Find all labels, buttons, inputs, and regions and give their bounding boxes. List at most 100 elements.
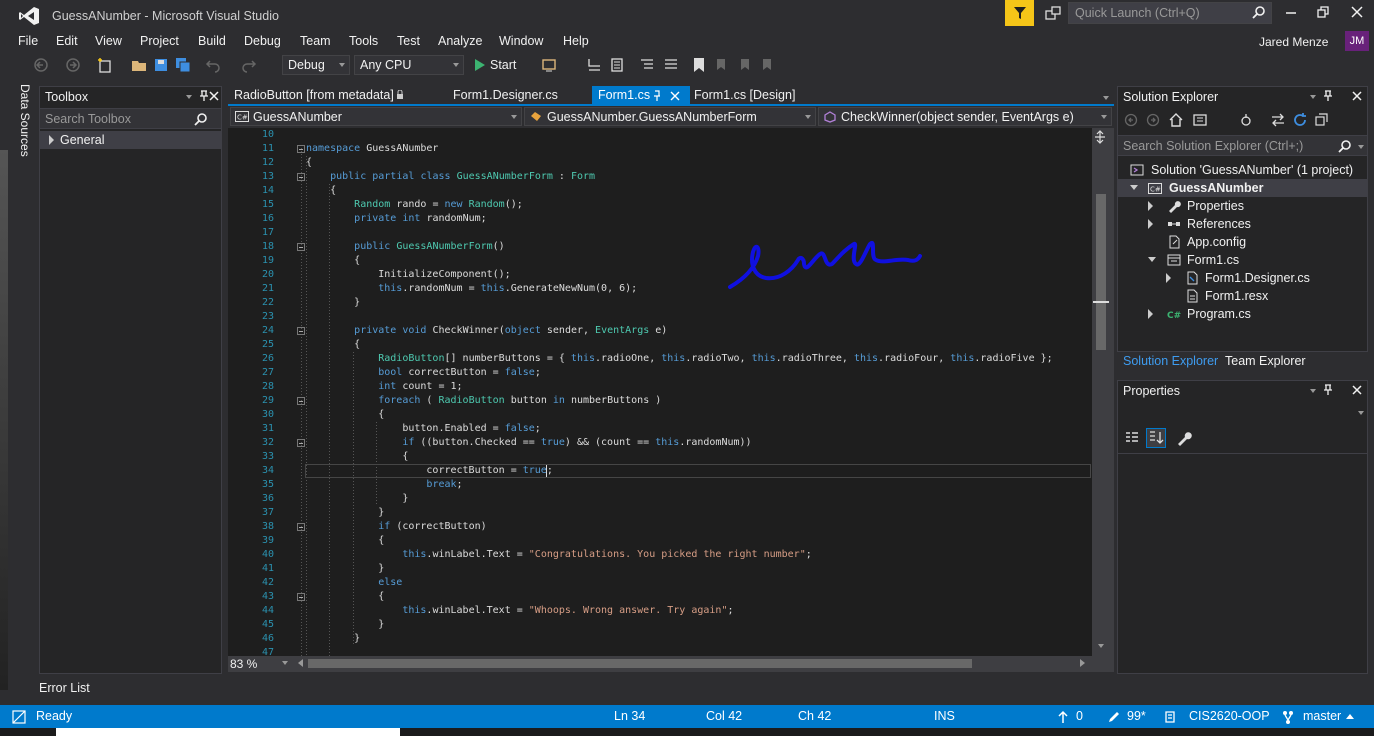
repository-name[interactable]: CIS2620-OOP	[1189, 709, 1270, 723]
code-line[interactable]: 16 private int randomNum;	[228, 212, 1092, 226]
menu-window[interactable]: Window	[499, 34, 543, 48]
previous-bookmark-icon[interactable]	[712, 56, 730, 74]
pin-icon[interactable]	[652, 90, 662, 102]
tab-team-explorer[interactable]: Team Explorer	[1225, 354, 1306, 368]
switch-views-icon[interactable]	[1192, 112, 1208, 128]
tree-item-references[interactable]: References	[1118, 215, 1367, 233]
outline-collapse-icon[interactable]	[297, 243, 305, 251]
search-icon[interactable]	[1252, 5, 1266, 19]
toolbox-group-general[interactable]: General	[40, 131, 221, 149]
code-line[interactable]: 23	[228, 310, 1092, 324]
quick-launch-input[interactable]: Quick Launch (Ctrl+Q)	[1068, 2, 1272, 24]
pin-icon[interactable]	[1322, 384, 1334, 396]
tree-item-form1-resx[interactable]: Form1.resx	[1118, 287, 1367, 305]
code-line[interactable]: 41 }	[228, 562, 1092, 576]
menu-build[interactable]: Build	[198, 34, 226, 48]
outline-collapse-icon[interactable]	[297, 173, 305, 181]
member-dropdown[interactable]: CheckWinner(object sender, EventArgs e)	[818, 107, 1112, 126]
code-line[interactable]: 18 public GuessANumberForm()	[228, 240, 1092, 254]
tree-item-app-config[interactable]: App.config	[1118, 233, 1367, 251]
tree-item-program[interactable]: C# Program.cs	[1118, 305, 1367, 323]
close-icon[interactable]	[208, 90, 220, 102]
tab-overflow-chevron-icon[interactable]	[1103, 96, 1109, 100]
data-sources-tab[interactable]: Data Sources	[14, 84, 34, 157]
chevron-down-icon[interactable]	[1310, 95, 1316, 99]
solution-search-input[interactable]: Search Solution Explorer (Ctrl+;)	[1118, 135, 1367, 156]
categorized-icon[interactable]	[1124, 430, 1140, 446]
platform-select[interactable]: Any CPU	[354, 55, 464, 75]
bookmark-icon[interactable]	[690, 56, 708, 74]
code-line[interactable]: 24 private void CheckWinner(object sende…	[228, 324, 1092, 338]
tab-form1-cs[interactable]: Form1.cs	[592, 86, 690, 106]
outline-collapse-icon[interactable]	[297, 523, 305, 531]
save-icon[interactable]	[152, 56, 170, 74]
open-file-icon[interactable]	[130, 56, 148, 74]
start-button[interactable]: Start	[470, 55, 526, 75]
error-list-tab[interactable]: Error List	[39, 681, 90, 695]
expand-arrow-icon[interactable]	[49, 135, 54, 145]
code-line[interactable]: 32 if ((button.Checked == true) && (coun…	[228, 436, 1092, 450]
code-line[interactable]: 31 button.Enabled = false;	[228, 422, 1092, 436]
refresh-icon[interactable]	[1292, 112, 1308, 128]
uncomment-icon[interactable]	[662, 56, 680, 74]
navigate-forward-icon[interactable]	[64, 56, 82, 74]
close-icon[interactable]	[1351, 384, 1363, 396]
browser-link-icon[interactable]	[540, 56, 558, 74]
menu-view[interactable]: View	[95, 34, 122, 48]
feedback-icon[interactable]	[1044, 5, 1062, 23]
menu-team[interactable]: Team	[300, 34, 331, 48]
scroll-left-arrow-icon[interactable]	[298, 659, 303, 667]
horizontal-scrollbar[interactable]: 83 %	[228, 656, 1114, 672]
close-window-icon[interactable]	[1349, 4, 1365, 20]
code-line[interactable]: 42 else	[228, 576, 1092, 590]
property-pages-wrench-icon[interactable]	[1176, 430, 1192, 446]
scroll-down-arrow-icon[interactable]	[1098, 644, 1104, 648]
class-dropdown[interactable]: GuessANumber.GuessANumberForm	[524, 107, 816, 126]
search-icon[interactable]	[1338, 139, 1352, 153]
code-line[interactable]: 25 {	[228, 338, 1092, 352]
menu-file[interactable]: File	[18, 34, 38, 48]
code-line[interactable]: 20 InitializeComponent();	[228, 268, 1092, 282]
code-line[interactable]: 44 this.winLabel.Text = "Whoops. Wrong a…	[228, 604, 1092, 618]
forward-icon[interactable]	[1146, 113, 1160, 127]
project-dropdown[interactable]: C# GuessANumber	[230, 107, 522, 126]
save-all-icon[interactable]	[174, 56, 192, 74]
pending-changes-count[interactable]: 99*	[1127, 709, 1146, 723]
collapse-arrow-icon[interactable]	[1148, 257, 1156, 262]
outline-collapse-icon[interactable]	[297, 327, 305, 335]
code-line[interactable]: 46 }	[228, 632, 1092, 646]
menu-tools[interactable]: Tools	[349, 34, 378, 48]
code-line[interactable]: 15 Random rando = new Random();	[228, 198, 1092, 212]
code-line[interactable]: 29 foreach ( RadioButton button in numbe…	[228, 394, 1092, 408]
collapse-all-icon[interactable]	[1314, 112, 1330, 128]
code-line[interactable]: 17	[228, 226, 1092, 240]
tree-item-form1[interactable]: Form1.cs	[1118, 251, 1367, 269]
pin-icon[interactable]	[1322, 90, 1334, 102]
minimize-icon[interactable]	[1283, 4, 1299, 20]
alphabetical-button[interactable]	[1146, 428, 1166, 448]
code-line[interactable]: 26 RadioButton[] numberButtons = { this.…	[228, 352, 1092, 366]
code-line[interactable]: 10	[228, 128, 1092, 142]
horizontal-scrollbar-thumb[interactable]	[308, 659, 972, 668]
tree-item-properties[interactable]: Properties	[1118, 197, 1367, 215]
next-bookmark-icon[interactable]	[736, 56, 754, 74]
outline-collapse-icon[interactable]	[297, 439, 305, 447]
step-over-icon[interactable]	[608, 56, 626, 74]
outline-collapse-icon[interactable]	[297, 145, 305, 153]
expand-arrow-icon[interactable]	[1166, 273, 1171, 283]
menu-edit[interactable]: Edit	[56, 34, 78, 48]
collapse-arrow-icon[interactable]	[1130, 185, 1138, 190]
code-editor[interactable]: 10 11 namespace GuessANumber 12 {13 public p…	[228, 128, 1092, 656]
expand-arrow-icon[interactable]	[1148, 201, 1153, 211]
chevron-down-icon[interactable]	[1310, 389, 1316, 393]
tree-item-project[interactable]: C# GuessANumber	[1118, 179, 1367, 197]
new-project-icon[interactable]	[96, 56, 114, 74]
expand-arrow-icon[interactable]	[1148, 219, 1153, 229]
tab-radiobutton-metadata[interactable]: RadioButton [from metadata]	[228, 86, 442, 106]
unpublished-commits-count[interactable]: 0	[1076, 709, 1083, 723]
search-icon[interactable]	[194, 112, 208, 126]
chevron-up-icon[interactable]	[1346, 714, 1354, 719]
tab-solution-explorer[interactable]: Solution Explorer	[1123, 354, 1218, 368]
code-line[interactable]: 14 {	[228, 184, 1092, 198]
redo-icon[interactable]	[240, 56, 258, 74]
